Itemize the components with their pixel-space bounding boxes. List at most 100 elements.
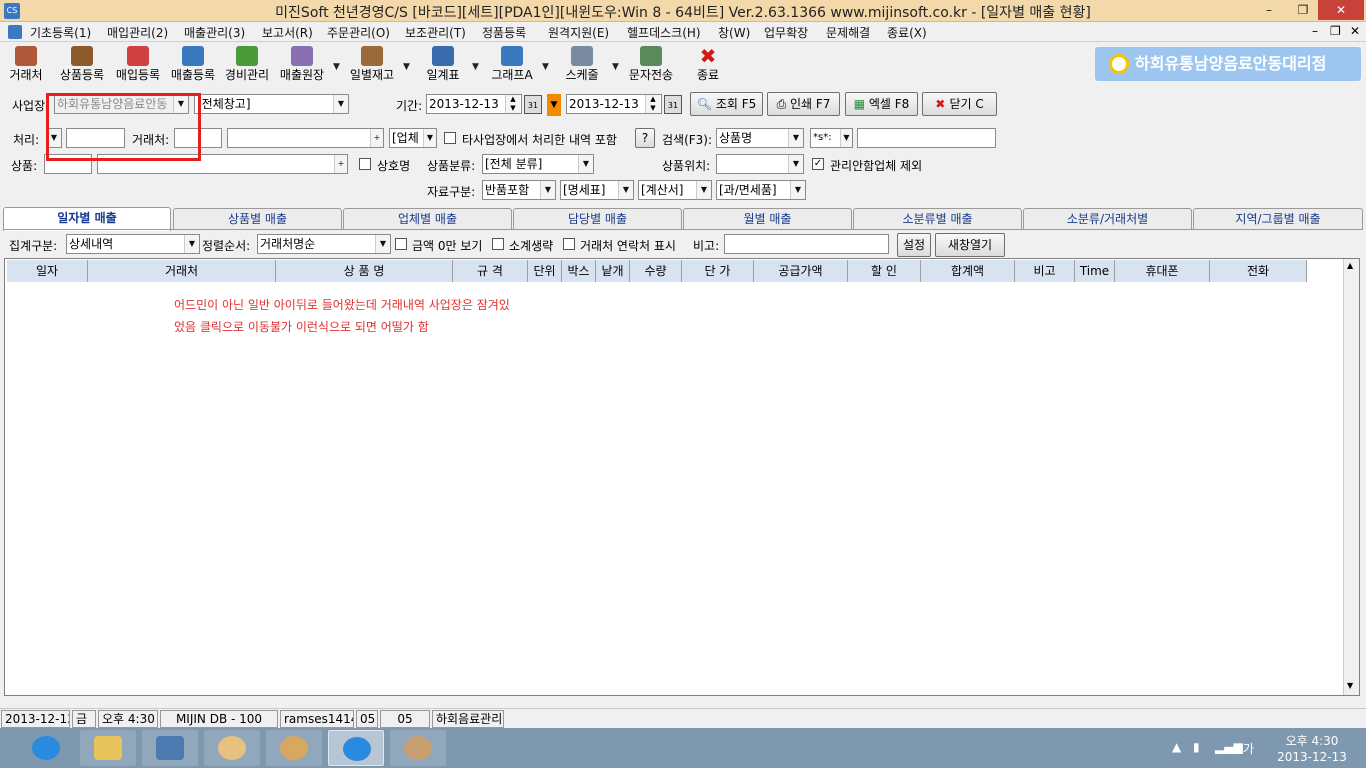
menu-exit[interactable]: 종료(X) [887, 24, 927, 41]
col-product[interactable]: 상 품 명 [276, 260, 453, 282]
taskbar-clock[interactable]: 오후 4:30 2013-12-13 [1262, 733, 1362, 765]
help-button[interactable]: ? [635, 128, 655, 148]
tax-select[interactable]: [과/면세품] ▼ [716, 180, 806, 200]
close-form-button[interactable]: ✖ 닫기 C [922, 92, 997, 116]
col-time[interactable]: Time [1075, 260, 1115, 282]
col-box[interactable]: 박스 [562, 260, 596, 282]
calendar-icon[interactable]: 31 [664, 95, 682, 114]
toolbar-purchase-button[interactable]: 매입등록 [112, 46, 164, 86]
chevron-down-icon[interactable]: ▼ [423, 129, 436, 147]
menu-basic[interactable]: 기초등록(1) [30, 24, 91, 41]
ie-icon[interactable] [18, 730, 74, 766]
return-select[interactable]: 반품포함 ▼ [482, 180, 556, 200]
tab-region-group-sales[interactable]: 지역/그룹별 매출 [1193, 208, 1363, 230]
contact-checkbox[interactable] [563, 238, 575, 250]
col-quantity[interactable]: 수량 [630, 260, 682, 282]
minimize-button[interactable]: – [1255, 0, 1283, 20]
menu-troubleshoot[interactable]: 문제해결 [826, 24, 870, 41]
location-select[interactable]: ▼ [716, 154, 804, 174]
warehouse-select[interactable]: [전체창고] ▼ [194, 94, 349, 114]
calendar-icon[interactable]: 31 [524, 95, 542, 114]
date-toggle-icon[interactable]: ▼ [547, 94, 561, 116]
col-total[interactable]: 합계액 [921, 260, 1015, 282]
aggregate-select[interactable]: 상세내역 ▼ [66, 234, 200, 254]
sort-select[interactable]: 거래처명순 ▼ [257, 234, 391, 254]
graph-dropdown-icon[interactable]: ▼ [542, 62, 549, 72]
restore-button[interactable]: ❐ [1289, 0, 1317, 20]
trader-name-input[interactable]: + [227, 128, 384, 148]
close-button[interactable]: ✕ [1318, 0, 1364, 20]
menu-order[interactable]: 주문관리(O) [327, 24, 390, 41]
col-unit[interactable]: 단위 [528, 260, 562, 282]
toolbar-product-button[interactable]: 상품등록 [56, 46, 108, 86]
toolbar-sales-button[interactable]: 매출등록 [167, 46, 219, 86]
col-discount[interactable]: 할 인 [848, 260, 921, 282]
paint-icon[interactable] [390, 730, 446, 766]
mijin-cs-icon[interactable] [328, 730, 384, 766]
search-by-select[interactable]: 상품명 ▼ [716, 128, 804, 148]
col-piece[interactable]: 낱개 [596, 260, 630, 282]
mdi-icon[interactable] [8, 25, 22, 39]
col-memo[interactable]: 비고 [1015, 260, 1075, 282]
toolbar-expense-button[interactable]: 경비관리 [221, 46, 273, 86]
menu-sales[interactable]: 매출관리(3) [184, 24, 245, 41]
tray-expand-icon[interactable]: ▲ [1172, 740, 1181, 754]
other-site-checkbox[interactable] [444, 132, 456, 144]
menu-window[interactable]: 창(W) [718, 24, 750, 41]
memo-input[interactable] [724, 234, 889, 254]
tab-monthly-sales[interactable]: 월별 매출 [683, 208, 852, 230]
grid-vertical-scrollbar[interactable]: ▲ ▼ [1343, 259, 1359, 695]
settings-button[interactable]: 설정 [897, 233, 931, 257]
tab-manager-sales[interactable]: 담당별 매출 [513, 208, 682, 230]
col-trader[interactable]: 거래처 [88, 260, 276, 282]
chevron-down-icon[interactable]: ▼ [540, 181, 555, 199]
chevron-down-icon[interactable]: ▼ [578, 155, 593, 173]
col-phone[interactable]: 전화 [1210, 260, 1307, 282]
chevron-down-icon[interactable]: ▼ [618, 181, 633, 199]
remote-icon[interactable] [142, 730, 198, 766]
toolbar-ledger-button[interactable]: 매출원장 [276, 46, 328, 86]
chevron-down-icon[interactable]: ▼ [375, 235, 390, 253]
chevron-down-icon[interactable]: ▼ [184, 235, 199, 253]
menu-remote[interactable]: 원격지원(E) [548, 24, 609, 41]
chevron-down-icon[interactable]: ▼ [788, 155, 803, 173]
col-mobile[interactable]: 휴대폰 [1115, 260, 1210, 282]
search-input[interactable] [857, 128, 996, 148]
menu-report[interactable]: 보고서(R) [262, 24, 313, 41]
chevron-down-icon[interactable]: ▼ [840, 129, 852, 147]
chevron-down-icon[interactable]: ▼ [696, 181, 711, 199]
search-button[interactable]: 🔍︎ 조회 F5 [690, 92, 763, 116]
toolbar-schedule-button[interactable]: 스케줄 [559, 46, 605, 86]
category-select[interactable]: [전체 분류] ▼ [482, 154, 594, 174]
company-name-checkbox[interactable] [359, 158, 371, 170]
col-supply-amount[interactable]: 공급가액 [754, 260, 848, 282]
toolbar-exit-button[interactable]: ✖ 종료 [690, 46, 726, 86]
chevron-down-icon[interactable]: ▼ [333, 95, 348, 113]
date-from-spinner[interactable]: ▲ ▼ [505, 95, 520, 113]
mdi-restore-button[interactable]: ❐ [1330, 24, 1341, 38]
chevron-down-icon[interactable]: ▼ [788, 129, 803, 147]
toolbar-sms-button[interactable]: 문자전송 [625, 46, 677, 86]
print-button[interactable]: ⎙ 인쇄 F7 [767, 92, 840, 116]
menu-aux[interactable]: 보조관리(T) [405, 24, 466, 41]
col-unit-price[interactable]: 단 가 [682, 260, 754, 282]
excel-button[interactable]: ▦ 엑셀 F8 [845, 92, 918, 116]
tab-product-sales[interactable]: 상품별 매출 [173, 208, 342, 230]
mdi-close-button[interactable]: ✕ [1350, 24, 1360, 38]
tab-daily-sales[interactable]: 일자별 매출 [3, 207, 171, 231]
toolbar-trader-button[interactable]: 거래처 [6, 46, 46, 86]
mdi-minimize-button[interactable]: – [1312, 24, 1318, 38]
plus-icon[interactable]: + [370, 129, 383, 147]
tab-subcategory-trader[interactable]: 소분류/거래처별 [1023, 208, 1192, 230]
date-to-spinner[interactable]: ▲ ▼ [645, 95, 660, 113]
stock-dropdown-icon[interactable]: ▼ [403, 62, 410, 72]
subtotal-checkbox[interactable] [492, 238, 504, 250]
battery-icon[interactable]: ▮ [1193, 740, 1200, 754]
ledger-dropdown-icon[interactable]: ▼ [333, 62, 340, 72]
amount-zero-checkbox[interactable] [395, 238, 407, 250]
toolbar-graph-button[interactable]: 그래프A [487, 46, 537, 86]
scroll-down-icon[interactable]: ▼ [1347, 681, 1353, 690]
scroll-up-icon[interactable]: ▲ [1347, 261, 1353, 270]
toolbar-daily-sheet-button[interactable]: 일계표 [420, 46, 466, 86]
new-window-button[interactable]: 새창열기 [935, 233, 1005, 257]
